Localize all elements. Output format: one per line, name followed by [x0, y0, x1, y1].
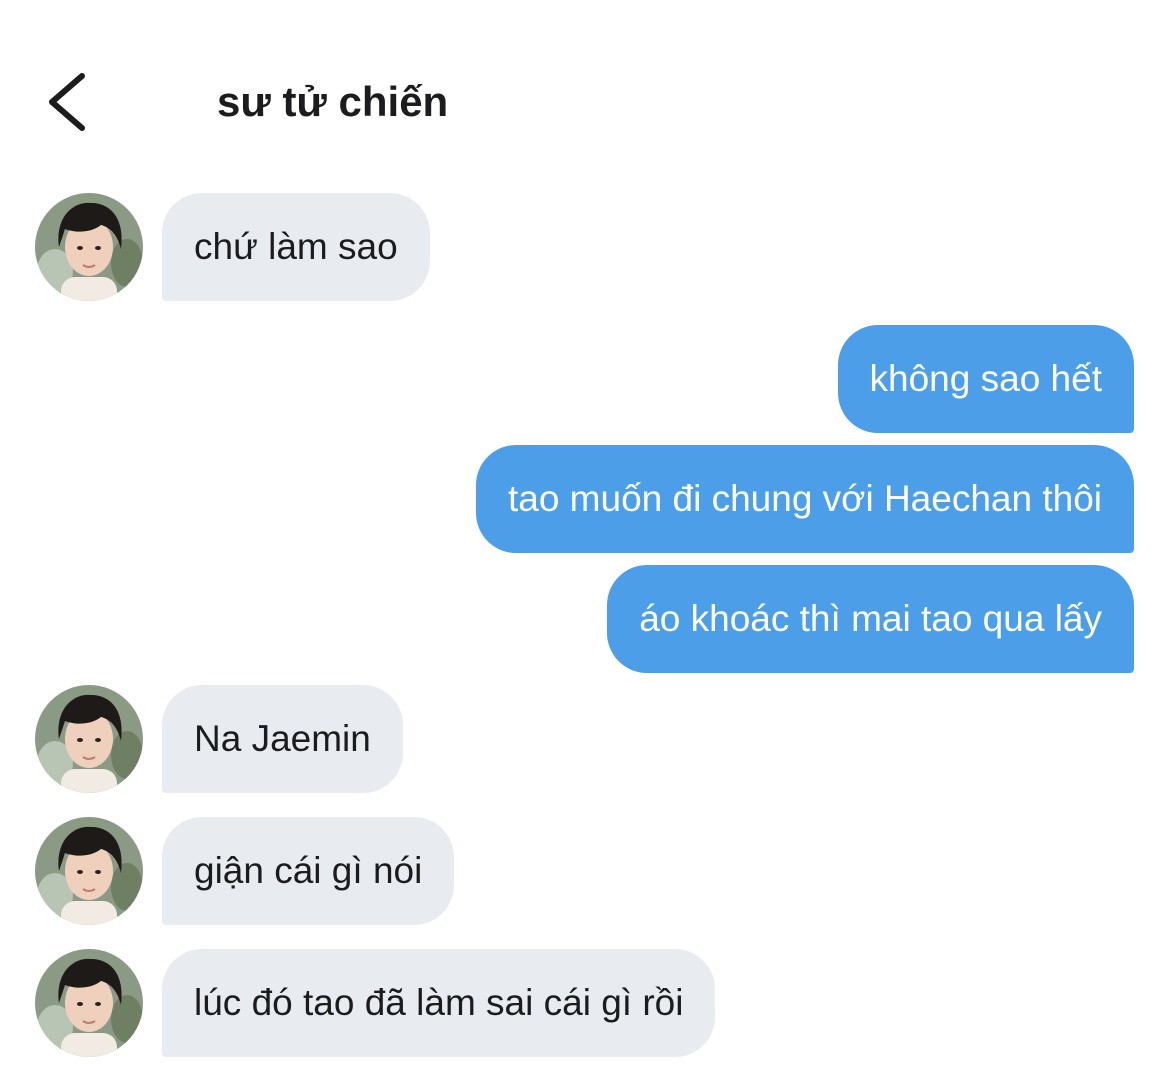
avatar[interactable]: [35, 193, 143, 301]
message-bubble[interactable]: Na Jaemin: [162, 685, 403, 793]
message-row-incoming: chứ làm sao: [0, 193, 1169, 301]
message-row-outgoing: tao muốn đi chung với Haechan thôi: [0, 445, 1169, 553]
message-row-incoming: giận cái gì nói: [0, 817, 1169, 925]
message-bubble[interactable]: không sao hết: [837, 325, 1134, 433]
message-bubble[interactable]: giận cái gì nói: [162, 817, 455, 925]
message-row-incoming: Na Jaemin: [0, 685, 1169, 793]
avatar[interactable]: [35, 817, 143, 925]
avatar[interactable]: [35, 949, 143, 1057]
message-bubble[interactable]: áo khoác thì mai tao qua lấy: [607, 565, 1134, 673]
message-bubble[interactable]: chứ làm sao: [162, 193, 430, 301]
avatar[interactable]: [35, 685, 143, 793]
message-bubble[interactable]: tao muốn đi chung với Haechan thôi: [475, 445, 1134, 553]
message-row-outgoing: áo khoác thì mai tao qua lấy: [0, 565, 1169, 673]
message-bubble[interactable]: lúc đó tao đã làm sai cái gì rồi: [162, 949, 716, 1057]
message-row-outgoing: không sao hết: [0, 325, 1169, 433]
message-thread: chứ làm sao không sao hết tao muốn đi ch…: [0, 0, 1169, 1076]
message-row-incoming: lúc đó tao đã làm sai cái gì rồi: [0, 949, 1169, 1057]
